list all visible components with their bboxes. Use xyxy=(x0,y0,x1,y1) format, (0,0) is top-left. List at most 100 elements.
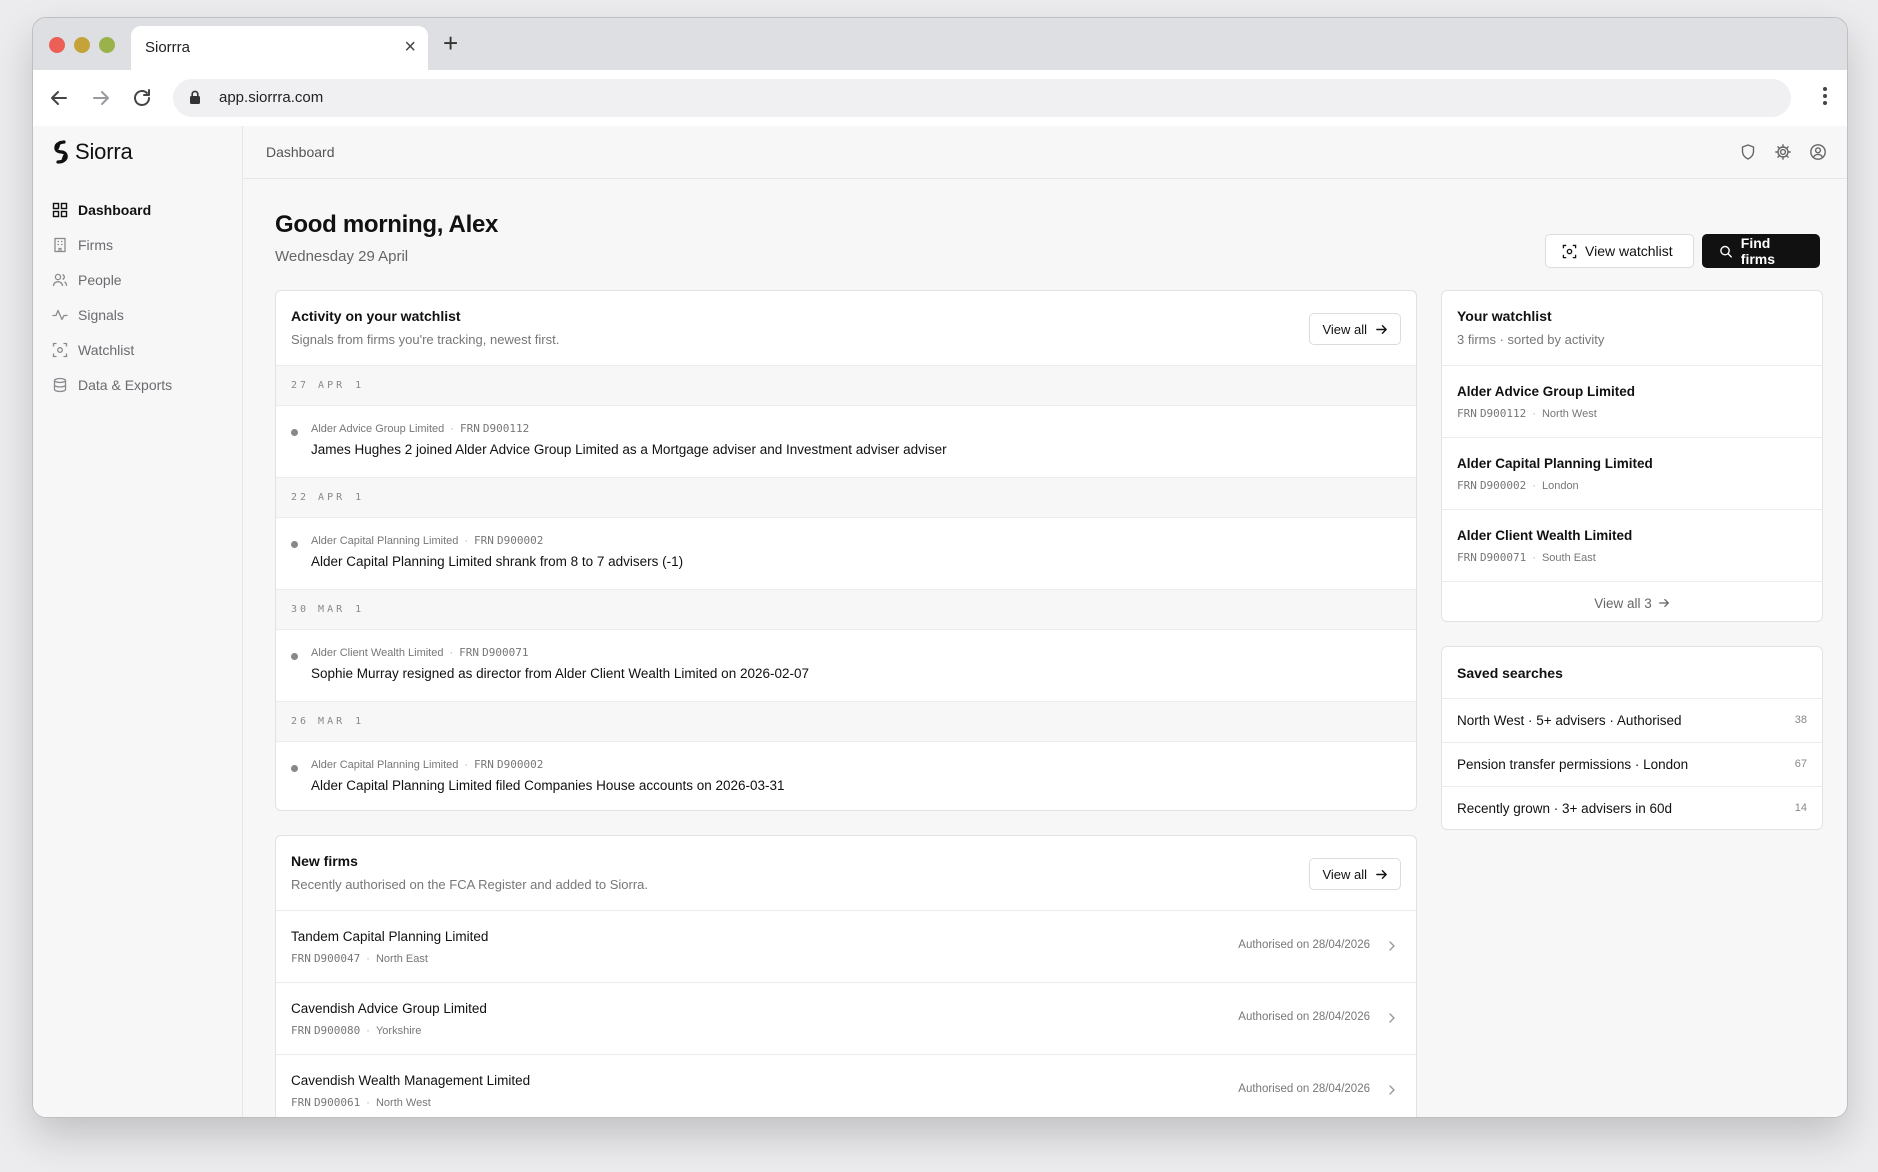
activity-meta: Alder Advice Group Limited · FRN D900112 xyxy=(311,422,530,435)
day-group-header: 30 MAR 1 xyxy=(276,590,1416,630)
new-firm-row[interactable]: Cavendish Advice Group Limited FRN D9000… xyxy=(276,983,1416,1055)
tab-title: Siorrra xyxy=(145,39,191,56)
new-firms-card: New firms Recently authorised on the FCA… xyxy=(275,835,1417,1117)
activity-view-all-button[interactable]: View all xyxy=(1309,313,1401,345)
address-bar[interactable]: app.siorrra.com xyxy=(173,79,1791,117)
find-firms-label: Find firms xyxy=(1740,235,1776,267)
saved-search-row[interactable]: Recently grown · 3+ advisers in 60d 14 xyxy=(1442,787,1822,829)
app-topbar: Dashboard xyxy=(243,126,1847,179)
activity-dot xyxy=(291,429,298,436)
activity-item[interactable]: Alder Advice Group Limited · FRN D900112 J… xyxy=(276,406,1416,478)
forward-arrow-icon[interactable] xyxy=(89,86,113,110)
saved-search-label: Recently grown · 3+ advisers in 60d xyxy=(1457,801,1672,816)
day-group-header: 26 MAR 1 xyxy=(276,702,1416,742)
activity-dot xyxy=(291,653,298,660)
activity-text: James Hughes 2 joined Alder Advice Group… xyxy=(311,442,947,457)
watchlist-row[interactable]: Alder Client Wealth Limited FRN D900071 ·… xyxy=(1442,510,1822,582)
firm-region: North West xyxy=(375,1097,431,1109)
activity-card: Activity on your watchlist Signals from … xyxy=(275,290,1417,811)
firm-sub: FRN D900112 · North West xyxy=(1457,407,1597,420)
browser-tab[interactable]: Siorrra × xyxy=(131,26,428,70)
sidebar-nav: Dashboard Firms People Signals Watchlist xyxy=(33,192,242,402)
activity-text: Alder Capital Planning Limited filed Com… xyxy=(311,778,785,793)
firm-frn: D900080 xyxy=(313,1024,361,1037)
activity-item[interactable]: Alder Capital Planning Limited · FRN D9000… xyxy=(276,742,1416,810)
grid-icon xyxy=(52,202,68,217)
firm-name: Tandem Capital Planning Limited xyxy=(291,929,489,944)
chevron-right-icon xyxy=(1389,1085,1395,1095)
frn-label: FRN xyxy=(291,1096,311,1109)
frn-label: FRN xyxy=(474,758,494,771)
user-circle-icon[interactable] xyxy=(1809,143,1827,161)
saved-search-row[interactable]: Pension transfer permissions · London 67 xyxy=(1442,743,1822,787)
saved-search-label: North West · 5+ advisers · Authorised xyxy=(1457,713,1682,728)
firm-name: Cavendish Advice Group Limited xyxy=(291,1001,487,1016)
activity-dot xyxy=(291,541,298,548)
minimize-window-button[interactable] xyxy=(74,37,90,53)
shield-icon[interactable] xyxy=(1739,143,1757,161)
activity-firm: Alder Capital Planning Limited xyxy=(311,759,459,771)
activity-frn: D900002 xyxy=(496,534,544,547)
watchlist-view-all-link[interactable]: View all 3 xyxy=(1442,582,1822,621)
sidebar-item-data-exports[interactable]: Data & Exports xyxy=(33,367,242,402)
watchlist-card: Your watchlist 3 firms · sorted by activ… xyxy=(1441,290,1823,622)
watchlist-row[interactable]: Alder Capital Planning Limited FRN D9000… xyxy=(1442,438,1822,510)
saved-searches-card: Saved searches North West · 5+ advisers … xyxy=(1441,646,1823,830)
view-watchlist-button[interactable]: View watchlist xyxy=(1545,234,1694,268)
browser-menu-icon[interactable] xyxy=(1823,87,1827,109)
day-group-header: 22 APR 1 xyxy=(276,478,1416,518)
back-arrow-icon[interactable] xyxy=(47,86,71,110)
watchlist-row[interactable]: Alder Advice Group Limited FRN D900112 · N… xyxy=(1442,366,1822,438)
activity-text: Alder Capital Planning Limited shrank fr… xyxy=(311,554,684,569)
find-firms-button[interactable]: Find firms xyxy=(1702,234,1820,268)
sidebar-item-watchlist[interactable]: Watchlist xyxy=(33,332,242,367)
saved-search-row[interactable]: North West · 5+ advisers · Authorised 38 xyxy=(1442,699,1822,743)
firm-frn: D900112 xyxy=(1479,407,1527,420)
view-watchlist-label: View watchlist xyxy=(1585,243,1673,259)
sidebar-item-label: Firms xyxy=(78,236,113,253)
tab-close-icon[interactable]: × xyxy=(404,36,416,58)
sidebar-item-label: Watchlist xyxy=(78,341,135,358)
gear-icon[interactable] xyxy=(1774,143,1792,161)
saved-searches-header: Saved searches xyxy=(1442,647,1822,699)
frn-label: FRN xyxy=(459,422,480,435)
activity-item[interactable]: Alder Client Wealth Limited · FRN D900071 … xyxy=(276,630,1416,702)
firm-frn: D900061 xyxy=(313,1096,361,1109)
firm-region: North West xyxy=(1541,408,1597,420)
firm-sub: FRN D900061 · North West xyxy=(291,1096,431,1109)
sidebar-item-people[interactable]: People xyxy=(33,262,242,297)
maximize-window-button[interactable] xyxy=(99,37,115,53)
day-count: 1 xyxy=(355,604,365,615)
close-window-button[interactable] xyxy=(49,37,65,53)
new-firm-row[interactable]: Tandem Capital Planning Limited FRN D900… xyxy=(276,911,1416,983)
watchlist-title: Your watchlist xyxy=(1457,308,1552,324)
reload-icon[interactable] xyxy=(130,86,154,110)
firm-sub: FRN D900080 · Yorkshire xyxy=(291,1024,422,1037)
activity-frn: D900112 xyxy=(482,422,530,435)
arrow-right-icon xyxy=(1376,324,1387,334)
new-tab-icon[interactable]: + xyxy=(443,29,458,57)
frn-label: FRN xyxy=(459,646,480,659)
sidebar-item-firms[interactable]: Firms xyxy=(33,227,242,262)
frn-label: FRN xyxy=(1457,551,1477,564)
day-label: 30 MAR xyxy=(291,604,346,615)
activity-firm: Alder Capital Planning Limited xyxy=(311,535,459,547)
activity-item[interactable]: Alder Capital Planning Limited · FRN D9000… xyxy=(276,518,1416,590)
tab-bar: Siorrra × + xyxy=(33,18,1847,70)
brand-logo[interactable]: Siorra xyxy=(51,139,133,165)
activity-meta: Alder Capital Planning Limited · FRN D9000… xyxy=(311,534,544,547)
search-icon xyxy=(1720,245,1732,258)
browser-toolbar: app.siorrra.com xyxy=(33,70,1847,127)
firm-sub: FRN D900071 · South East xyxy=(1457,551,1596,564)
brand-name: Siorra xyxy=(75,139,133,164)
firm-region: South East xyxy=(1541,552,1596,564)
sidebar-item-signals[interactable]: Signals xyxy=(33,297,242,332)
firm-frn: D900002 xyxy=(1479,479,1527,492)
new-firms-view-all-button[interactable]: View all xyxy=(1309,858,1401,890)
sidebar-item-dashboard[interactable]: Dashboard xyxy=(33,192,242,227)
frn-label: FRN xyxy=(1457,479,1477,492)
new-firm-row[interactable]: Cavendish Wealth Management Limited FRN … xyxy=(276,1055,1416,1117)
firm-name: Alder Client Wealth Limited xyxy=(1457,528,1633,543)
chevron-right-icon xyxy=(1389,941,1395,951)
activity-icon xyxy=(52,309,68,320)
